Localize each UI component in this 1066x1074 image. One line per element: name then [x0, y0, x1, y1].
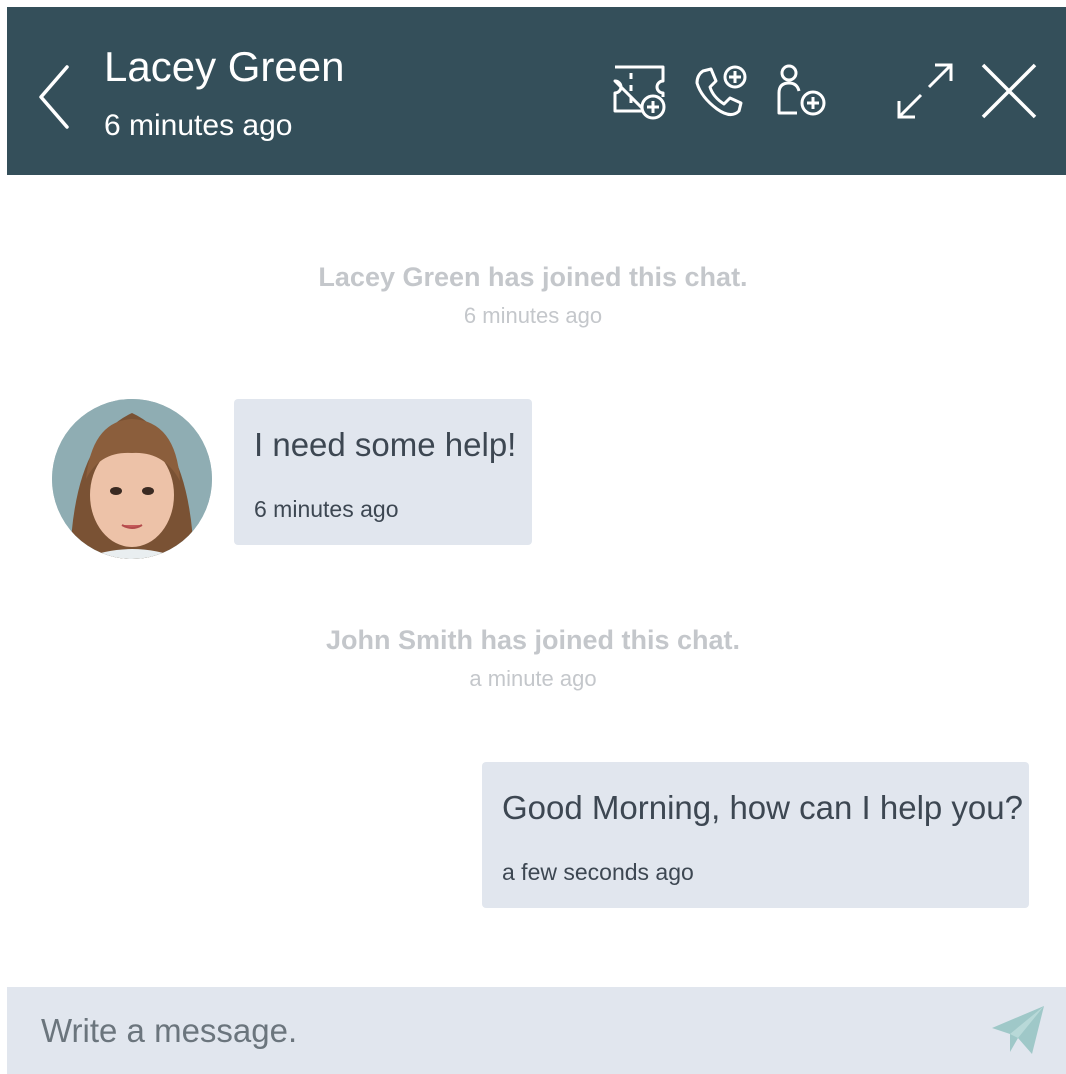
system-message: Lacey Green has joined this chat. 6 minu… — [0, 260, 1066, 330]
send-button[interactable] — [984, 987, 1066, 1074]
send-icon — [992, 1006, 1044, 1054]
add-participant-button[interactable] — [771, 63, 833, 121]
add-ticket-icon — [613, 65, 666, 120]
add-call-button[interactable] — [691, 63, 749, 121]
message-time: a few seconds ago — [502, 859, 694, 885]
avatar — [52, 399, 212, 559]
add-call-icon — [695, 65, 747, 116]
user-photo — [52, 399, 212, 559]
outgoing-message-bubble: Good Morning, how can I help you? a few … — [482, 762, 1029, 908]
message-composer — [7, 987, 1066, 1074]
back-button[interactable] — [35, 59, 79, 135]
system-message-text: John Smith has joined this chat. — [325, 625, 741, 655]
expand-icon — [897, 63, 953, 119]
incoming-message-bubble: I need some help! 6 minutes ago — [234, 399, 532, 545]
expand-button[interactable] — [895, 61, 955, 121]
back-icon — [39, 65, 69, 129]
system-message-time: 6 minutes ago — [463, 303, 603, 328]
system-message-time: a minute ago — [469, 666, 597, 691]
add-participant-icon — [777, 64, 826, 116]
system-message-text: Lacey Green has joined this chat. — [318, 262, 748, 292]
message-input[interactable] — [7, 987, 982, 1074]
message-time: 6 minutes ago — [254, 496, 399, 522]
system-message: John Smith has joined this chat. a minut… — [0, 623, 1066, 693]
add-ticket-button[interactable] — [611, 63, 669, 121]
chat-title: Lacey Green — [104, 43, 345, 90]
chat-subtitle: 6 minutes ago — [104, 109, 293, 142]
close-button[interactable] — [981, 63, 1037, 119]
message-text: I need some help! — [254, 426, 517, 463]
message-text: Good Morning, how can I help you? — [502, 789, 1023, 826]
chat-header: Lacey Green 6 minutes ago — [7, 7, 1066, 175]
close-icon — [981, 63, 1037, 119]
